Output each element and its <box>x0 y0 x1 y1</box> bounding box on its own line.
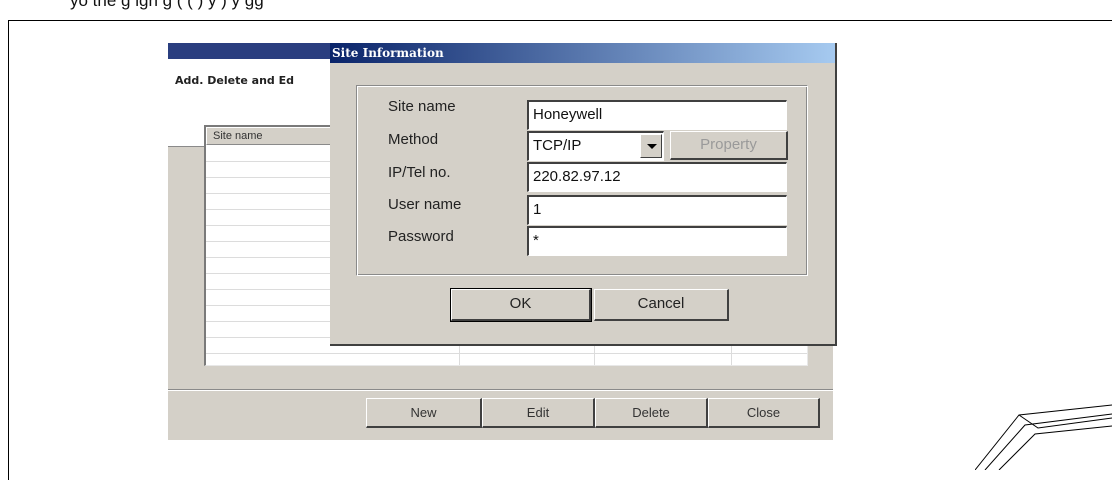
page-curl-icon <box>975 404 1112 470</box>
ok-button[interactable]: OK <box>450 288 592 322</box>
user-name-field[interactable]: 1 <box>527 195 787 225</box>
password-field[interactable]: * <box>527 226 787 256</box>
delete-button[interactable]: Delete <box>595 398 708 428</box>
edit-button[interactable]: Edit <box>482 398 595 428</box>
site-list-header-title: Add. Delete and Ed <box>175 74 294 87</box>
method-select[interactable]: TCP/IP <box>527 131 664 161</box>
method-label: Method <box>388 131 439 148</box>
chevron-down-icon <box>647 144 657 149</box>
method-dropdown-button[interactable] <box>640 134 662 158</box>
table-row[interactable] <box>206 353 807 354</box>
dialog-titlebar[interactable]: Site Information <box>330 43 835 63</box>
dialog-title: Site Information <box>332 46 444 60</box>
close-button[interactable]: Close <box>708 398 820 428</box>
method-value: TCP/IP <box>533 137 582 154</box>
user-name-label: User name <box>388 196 462 213</box>
password-label: Password <box>388 228 454 245</box>
site-name-label: Site name <box>388 98 456 115</box>
property-button[interactable]: Property <box>670 131 788 160</box>
ip-tel-field[interactable]: 220.82.97.12 <box>527 162 787 192</box>
ip-tel-label: IP/Tel no. <box>388 164 451 181</box>
site-information-dialog: Site Information Site name Honeywell Met… <box>330 43 837 346</box>
page-caption: yo the g ign g ( ( ) y ) y gg <box>70 0 264 10</box>
cancel-button[interactable]: Cancel <box>594 289 729 321</box>
site-name-field[interactable]: Honeywell <box>527 100 787 130</box>
new-button[interactable]: New <box>366 398 482 428</box>
divider <box>168 390 833 391</box>
